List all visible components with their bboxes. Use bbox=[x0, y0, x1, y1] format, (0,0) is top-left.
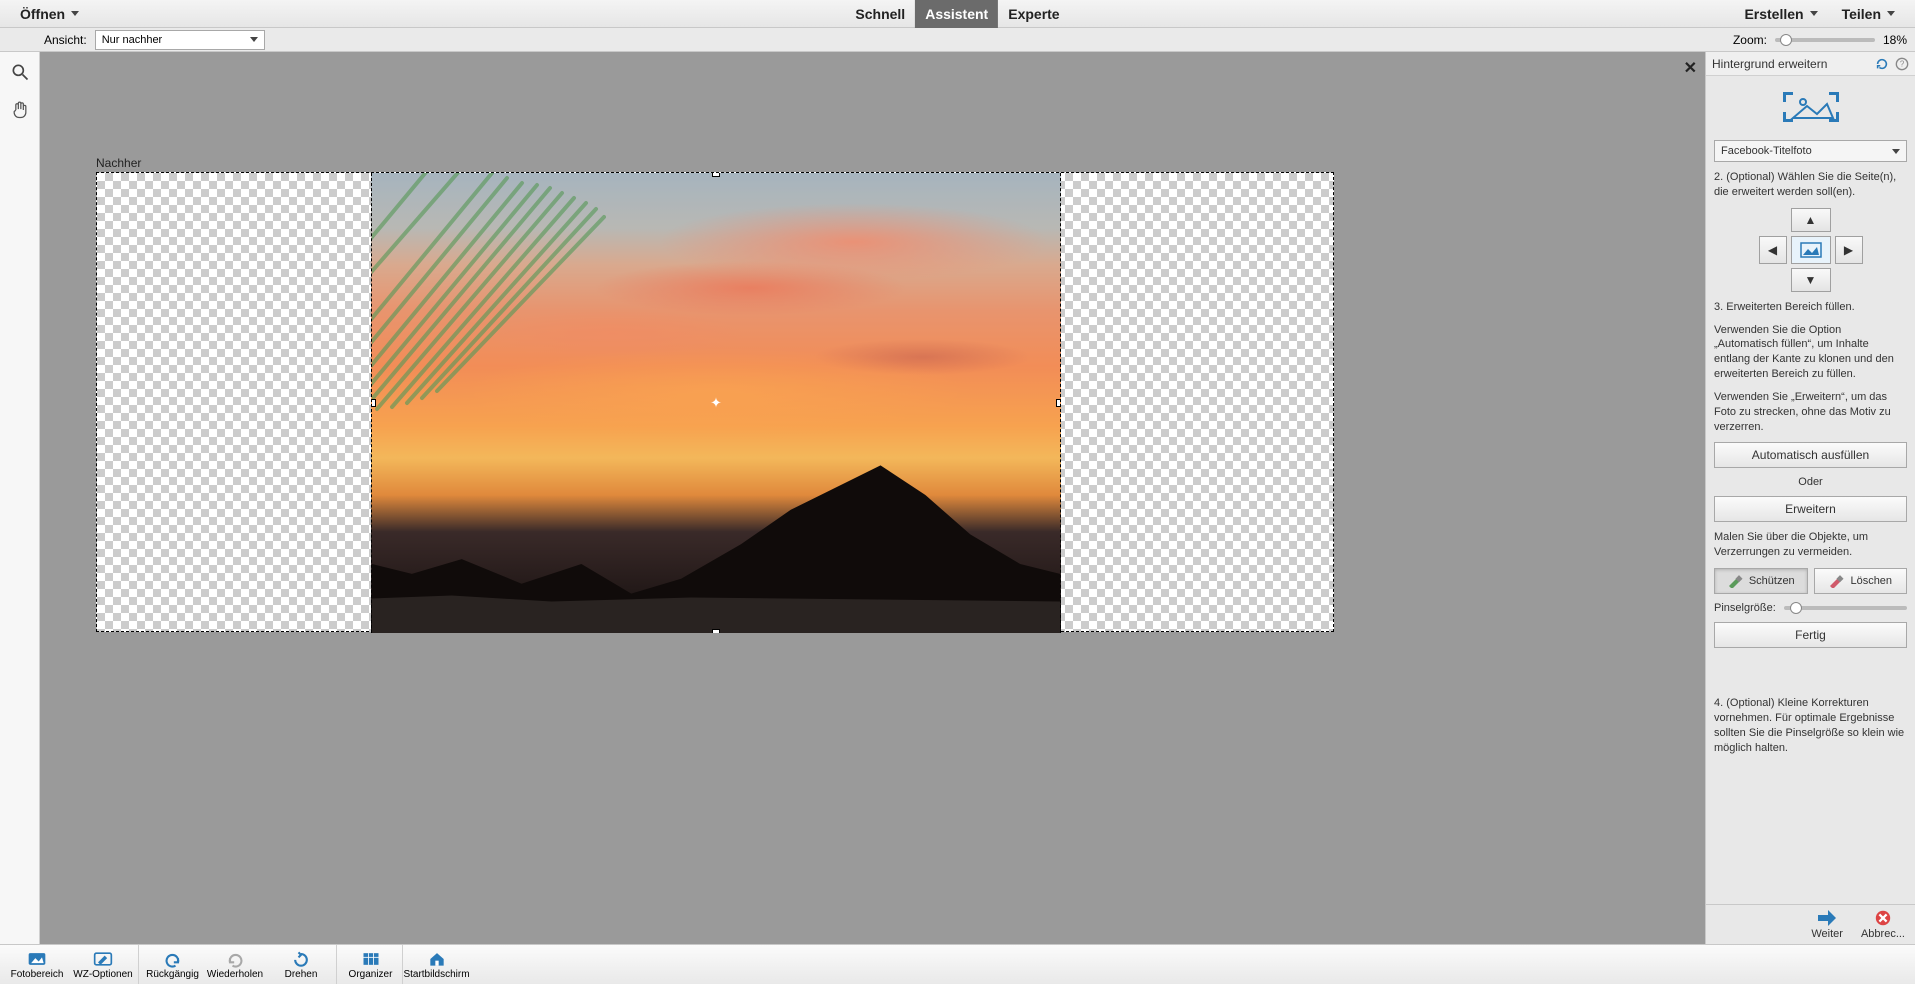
zoom-label: Zoom: bbox=[1733, 33, 1767, 47]
main-area: ✕ Nachher bbox=[0, 52, 1915, 944]
tab-expert[interactable]: Experte bbox=[998, 0, 1069, 28]
transform-handle-top[interactable] bbox=[712, 173, 720, 177]
zoom-value: 18% bbox=[1883, 33, 1907, 47]
mountain-silhouette bbox=[372, 426, 1060, 633]
extend-button[interactable]: Erweitern bbox=[1714, 496, 1907, 522]
step-3-p2: Verwenden Sie „Erweitern“, um das Foto z… bbox=[1714, 390, 1907, 435]
bottom-taskbar: Fotobereich WZ-Optionen Rückgängig Wiede… bbox=[0, 944, 1915, 984]
caret-down-icon bbox=[1810, 11, 1818, 16]
hand-tool[interactable] bbox=[6, 96, 34, 124]
caret-down-icon bbox=[71, 11, 79, 16]
close-document-button[interactable]: ✕ bbox=[1684, 58, 1697, 78]
tool-strip bbox=[0, 52, 40, 944]
brush-slider-thumb[interactable] bbox=[1790, 602, 1802, 614]
step-3-title: 3. Erweiterten Bereich füllen. bbox=[1714, 300, 1907, 315]
tab-assistant[interactable]: Assistent bbox=[915, 0, 998, 28]
cancel-button[interactable]: Abbrec... bbox=[1861, 909, 1905, 940]
redo-icon bbox=[225, 950, 245, 968]
view-select-value: Nur nachher bbox=[102, 34, 163, 46]
undo-icon bbox=[163, 950, 183, 968]
view-toolbar: Ansicht: Nur nachher Zoom: 18% bbox=[0, 28, 1915, 52]
preset-value: Facebook-Titelfoto bbox=[1721, 145, 1812, 157]
transform-handle-right[interactable] bbox=[1056, 399, 1061, 407]
brush-size-slider[interactable] bbox=[1784, 606, 1907, 610]
extend-up-button[interactable]: ▲ bbox=[1791, 208, 1831, 232]
help-icon[interactable]: ? bbox=[1895, 57, 1909, 71]
paint-hint: Malen Sie über die Objekte, um Verzerrun… bbox=[1714, 530, 1907, 560]
open-label: Öffnen bbox=[20, 6, 65, 22]
extend-center-icon bbox=[1791, 236, 1831, 264]
delete-button[interactable]: Löschen bbox=[1814, 568, 1908, 594]
document-frame[interactable]: ✦ bbox=[96, 172, 1334, 632]
brush-red-icon bbox=[1828, 574, 1844, 588]
or-label: Oder bbox=[1714, 476, 1907, 488]
next-button[interactable]: Weiter bbox=[1811, 909, 1843, 940]
transform-center-icon: ✦ bbox=[710, 395, 722, 412]
cancel-icon bbox=[1873, 909, 1893, 927]
zoom-slider[interactable] bbox=[1775, 38, 1875, 42]
zoom-slider-thumb[interactable] bbox=[1780, 34, 1792, 46]
reset-icon[interactable] bbox=[1875, 57, 1889, 71]
canvas-label: Nachher bbox=[96, 156, 141, 170]
magnifier-icon bbox=[10, 62, 30, 82]
create-menu[interactable]: Erstellen bbox=[1734, 0, 1827, 27]
auto-fill-button[interactable]: Automatisch ausfüllen bbox=[1714, 442, 1907, 468]
arrow-right-icon bbox=[1816, 909, 1838, 927]
preset-select[interactable]: Facebook-Titelfoto bbox=[1714, 140, 1907, 162]
fotobereich-button[interactable]: Fotobereich bbox=[6, 945, 68, 984]
rotate-icon bbox=[291, 950, 311, 968]
brush-size-label: Pinselgröße: bbox=[1714, 602, 1776, 614]
zoom-tool[interactable] bbox=[6, 58, 34, 86]
home-icon bbox=[427, 950, 447, 968]
step-2-text: 2. (Optional) Wählen Sie die Seite(n), d… bbox=[1714, 170, 1907, 200]
caret-down-icon bbox=[1887, 11, 1895, 16]
protect-button[interactable]: Schützen bbox=[1714, 568, 1808, 594]
step-3-p1: Verwenden Sie die Option „Automatisch fü… bbox=[1714, 323, 1907, 382]
organizer-button[interactable]: Organizer bbox=[336, 945, 398, 984]
svg-text:?: ? bbox=[1900, 59, 1905, 68]
extend-right-button[interactable]: ▶ bbox=[1835, 236, 1863, 264]
panel-footer: Weiter Abbrec... bbox=[1706, 904, 1915, 944]
tab-quick[interactable]: Schnell bbox=[845, 0, 915, 28]
photo-content: ✦ bbox=[371, 173, 1061, 633]
extend-direction-pad: ▲ ◀ ▶ ▼ bbox=[1759, 208, 1863, 292]
rotate-button[interactable]: Drehen bbox=[270, 945, 332, 984]
guided-panel: Hintergrund erweitern ? Facebook-Titelfo… bbox=[1705, 52, 1915, 944]
top-menu-bar: Öffnen Schnell Assistent Experte Erstell… bbox=[0, 0, 1915, 28]
step-4-text: 4. (Optional) Kleine Korrekturen vornehm… bbox=[1714, 696, 1907, 755]
transform-handle-left[interactable] bbox=[371, 399, 376, 407]
hand-icon bbox=[10, 100, 30, 120]
open-menu[interactable]: Öffnen bbox=[10, 0, 89, 27]
canvas-area[interactable]: ✕ Nachher bbox=[40, 52, 1705, 944]
view-select[interactable]: Nur nachher bbox=[95, 30, 265, 50]
extend-down-button[interactable]: ▼ bbox=[1791, 268, 1831, 292]
done-button[interactable]: Fertig bbox=[1714, 622, 1907, 648]
undo-button[interactable]: Rückgängig bbox=[138, 945, 200, 984]
caret-down-icon bbox=[250, 37, 258, 42]
extend-background-icon bbox=[1779, 88, 1843, 126]
home-button[interactable]: Startbildschirm bbox=[402, 945, 464, 984]
transform-handle-bottom[interactable] bbox=[712, 629, 720, 633]
organizer-icon bbox=[361, 950, 381, 968]
extend-left-button[interactable]: ◀ bbox=[1759, 236, 1787, 264]
photo-bin-icon bbox=[27, 950, 47, 968]
share-menu[interactable]: Teilen bbox=[1832, 0, 1905, 27]
brush-green-icon bbox=[1727, 574, 1743, 588]
tool-options-button[interactable]: WZ-Optionen bbox=[72, 945, 134, 984]
protect-scribble bbox=[371, 173, 612, 423]
tool-options-icon bbox=[93, 950, 113, 968]
panel-header: Hintergrund erweitern ? bbox=[1706, 52, 1915, 76]
panel-title: Hintergrund erweitern bbox=[1712, 57, 1827, 71]
caret-down-icon bbox=[1892, 149, 1900, 154]
redo-button[interactable]: Wiederholen bbox=[204, 945, 266, 984]
view-label: Ansicht: bbox=[44, 33, 87, 47]
